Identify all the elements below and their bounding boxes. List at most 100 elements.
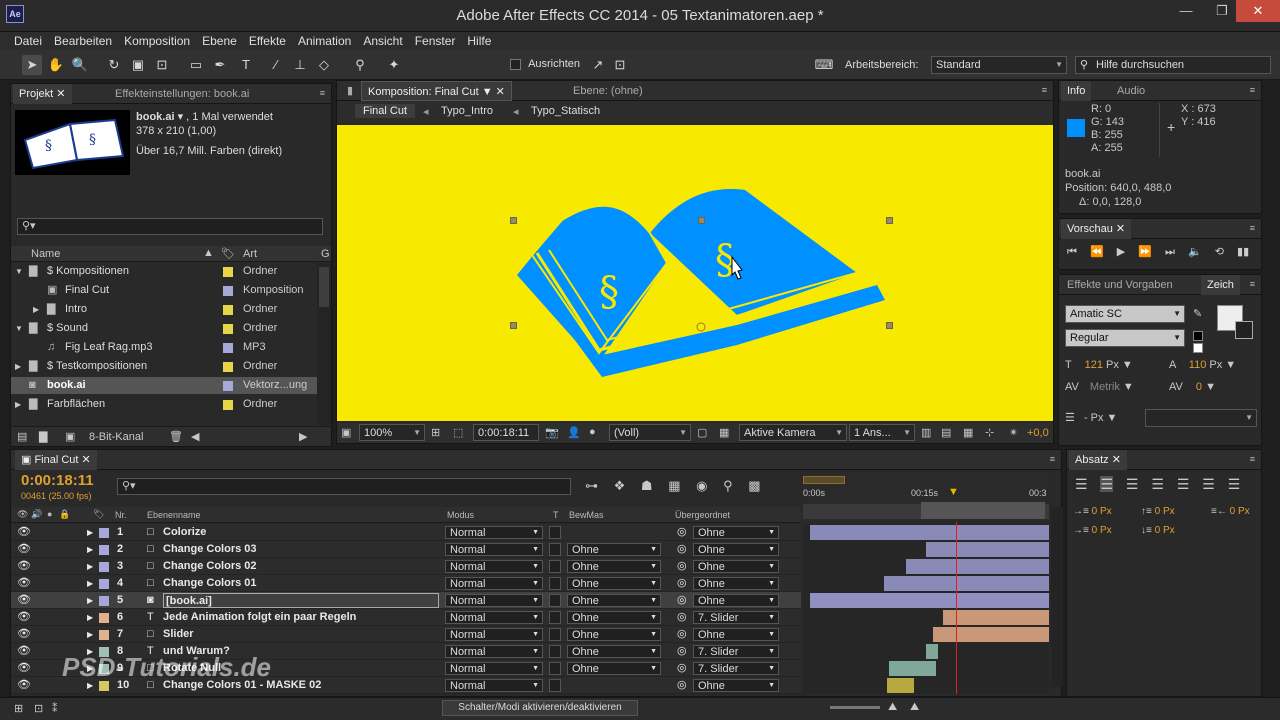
- eye-icon[interactable]: 👁: [17, 524, 31, 541]
- parent-select[interactable]: Ohne ▼: [693, 679, 779, 692]
- layer-name[interactable]: Slider: [163, 626, 194, 643]
- panel-menu-icon[interactable]: ≡: [1250, 223, 1255, 233]
- col-parent[interactable]: Übergeordnet: [675, 510, 730, 520]
- menu-fenster[interactable]: Fenster: [409, 32, 462, 50]
- disclosure-triangle-icon[interactable]: ▶: [87, 643, 93, 660]
- label-swatch[interactable]: [223, 343, 233, 353]
- timeline-layer-row[interactable]: 👁 ▶ 1 □ Colorize Normal ▼ ◎ Ohne ▼: [11, 524, 801, 541]
- preserve-transparency-checkbox[interactable]: [549, 526, 561, 539]
- eye-icon[interactable]: 👁: [17, 575, 31, 592]
- timeline-layer-row[interactable]: 👁 ▶ 3 □ Change Colors 02 Normal ▼ Ohne ▼ ◎ Ohne ▼: [11, 558, 801, 575]
- next-frame-icon[interactable]: ⏩: [1138, 246, 1152, 258]
- ram-preview-icon[interactable]: ▮▮: [1237, 246, 1249, 258]
- pickwhip-icon[interactable]: ◎: [677, 592, 687, 609]
- eye-icon[interactable]: 👁: [17, 626, 31, 643]
- timeline-layer-row[interactable]: 👁 ▶ 8 Tund Warum? Normal ▼ Ohne ▼ ◎ 7. Slider ▼: [11, 643, 801, 660]
- tab-preview[interactable]: Vorschau ✕: [1061, 219, 1132, 239]
- justify-left-icon[interactable]: ☰: [1151, 476, 1164, 492]
- trash-icon[interactable]: 🗑: [169, 430, 183, 443]
- preserve-transparency-checkbox[interactable]: [549, 560, 561, 573]
- project-item[interactable]: ▶ ▇ $ Testkompositionen Ordner: [11, 358, 317, 375]
- layer-mode-select[interactable]: Normal ▼: [445, 611, 543, 624]
- selection-tool-icon[interactable]: ➤: [22, 55, 42, 75]
- exposure-value[interactable]: +0,0: [1027, 427, 1049, 439]
- zoom-tool-icon[interactable]: 🔍: [70, 55, 90, 75]
- pickwhip-icon[interactable]: ◎: [677, 524, 687, 541]
- toggle-pixel-icon[interactable]: ▥: [921, 426, 931, 439]
- label-swatch[interactable]: [223, 267, 233, 277]
- project-item[interactable]: ▼ ▇ $ Sound Ordner: [11, 320, 317, 337]
- channel-icon[interactable]: ●: [589, 426, 596, 438]
- disclosure-triangle-icon[interactable]: ▼: [15, 263, 23, 280]
- hand-tool-icon[interactable]: ✋: [46, 55, 66, 75]
- draft-3d-icon[interactable]: ❖: [614, 478, 626, 493]
- label-swatch[interactable]: [223, 362, 233, 372]
- loop-icon[interactable]: ⟲: [1215, 246, 1224, 258]
- show-snapshot-icon[interactable]: 👤: [567, 426, 581, 439]
- snapshot-icon[interactable]: 📷: [545, 426, 559, 439]
- label-swatch[interactable]: [99, 647, 109, 657]
- stroke-color-swatch[interactable]: [1235, 321, 1253, 339]
- align-center-icon[interactable]: ☰: [1100, 476, 1114, 492]
- tab-info[interactable]: Info: [1061, 81, 1092, 101]
- eye-icon[interactable]: 👁: [17, 643, 31, 660]
- parent-select[interactable]: Ohne ▼: [693, 543, 779, 556]
- panel-menu-icon[interactable]: ≡: [1250, 454, 1255, 464]
- disclosure-triangle-icon[interactable]: ▶: [87, 575, 93, 592]
- zoom-out-icon[interactable]: ⛰: [910, 701, 919, 714]
- eye-icon[interactable]: 👁: [17, 541, 31, 558]
- preserve-transparency-checkbox[interactable]: [549, 679, 561, 692]
- timeline-current-time[interactable]: 0:00:18:11: [21, 472, 94, 489]
- disclosure-triangle-icon[interactable]: ▶: [87, 592, 93, 609]
- parent-select[interactable]: Ohne ▼: [693, 628, 779, 641]
- timeline-layer-row[interactable]: 👁 ▶ 9 □ Rotate Null Normal ▼ Ohne ▼ ◎ 7. Slider ▼: [11, 660, 801, 677]
- close-icon[interactable]: ✕: [1236, 0, 1280, 22]
- zoom-in-icon[interactable]: ⛰: [888, 701, 897, 714]
- tracking-value[interactable]: 0: [1196, 381, 1202, 393]
- leading-value[interactable]: 110: [1189, 359, 1207, 371]
- panel-menu-icon[interactable]: ≡: [1050, 454, 1055, 464]
- label-swatch[interactable]: [99, 664, 109, 674]
- menu-ansicht[interactable]: Ansicht: [357, 32, 408, 50]
- pickwhip-icon[interactable]: ◎: [677, 575, 687, 592]
- menu-effekte[interactable]: Effekte: [243, 32, 292, 50]
- track-matte-select[interactable]: Ohne ▼: [567, 560, 661, 573]
- justify-center-icon[interactable]: ☰: [1177, 476, 1190, 492]
- minimize-icon[interactable]: —: [1168, 0, 1204, 22]
- track-matte-select[interactable]: Ohne ▼: [567, 543, 661, 556]
- pickwhip-icon[interactable]: ◎: [677, 677, 687, 694]
- align-right-icon[interactable]: ☰: [1126, 476, 1139, 492]
- project-item[interactable]: ▶ ▇ Farbflächen Ordner: [11, 396, 317, 413]
- layer-name[interactable]: Change Colors 02: [163, 558, 257, 575]
- layer-mode-select[interactable]: Normal ▼: [445, 526, 543, 539]
- col-nr[interactable]: Nr.: [115, 510, 127, 520]
- eraser-tool-icon[interactable]: ◇: [314, 55, 334, 75]
- layer-name[interactable]: Rotate Null: [163, 660, 221, 677]
- chart-icon[interactable]: ▩: [748, 478, 760, 493]
- breadcrumb-typo-statisch[interactable]: Typo_Statisch: [531, 105, 600, 117]
- layer-mode-select[interactable]: Normal ▼: [445, 679, 543, 692]
- camera-select[interactable]: Aktive Kamera ▼: [739, 424, 847, 441]
- menu-ebene[interactable]: Ebene: [196, 32, 243, 50]
- label-swatch[interactable]: [99, 630, 109, 640]
- pickwhip-icon[interactable]: ◎: [677, 626, 687, 643]
- layer-name[interactable]: Jede Animation folgt ein paar Regeln: [163, 609, 356, 626]
- transform-handle[interactable]: [886, 217, 893, 224]
- playhead-icon[interactable]: ▼: [948, 486, 959, 498]
- preserve-transparency-checkbox[interactable]: [549, 645, 561, 658]
- graph-editor-icon[interactable]: ⚲: [723, 478, 733, 493]
- track-matte-select[interactable]: Ohne ▼: [567, 611, 661, 624]
- toggle-switches-modes-button[interactable]: Schalter/Modi aktivieren/deaktivieren: [442, 700, 638, 716]
- parent-select[interactable]: Ohne ▼: [693, 560, 779, 573]
- layer-mode-select[interactable]: Normal ▼: [445, 594, 543, 607]
- flowchart-icon[interactable]: ⊹: [985, 426, 994, 439]
- col-mode[interactable]: Modus: [447, 510, 474, 520]
- views-select[interactable]: 1 Ans... ▼: [849, 424, 915, 441]
- transform-handle[interactable]: [698, 217, 705, 224]
- shy-icon[interactable]: ☗: [641, 478, 653, 493]
- disclosure-triangle-icon[interactable]: ▶: [87, 524, 93, 541]
- panel-menu-icon[interactable]: ≡: [320, 88, 325, 98]
- parent-select[interactable]: Ohne ▼: [693, 526, 779, 539]
- first-frame-icon[interactable]: ⏮: [1067, 246, 1077, 258]
- project-item[interactable]: ▣ Final Cut Komposition: [11, 282, 317, 299]
